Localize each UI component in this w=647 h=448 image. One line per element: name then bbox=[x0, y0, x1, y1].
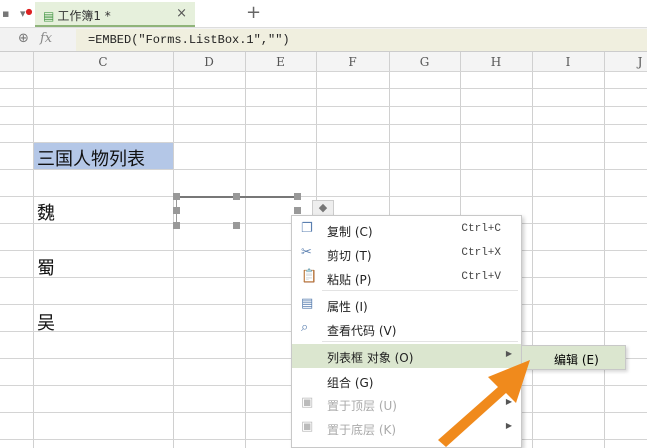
send-back-icon: ▣ bbox=[301, 419, 314, 434]
orange-arrow-annotation bbox=[438, 360, 530, 447]
new-tab-button[interactable]: + bbox=[246, 2, 261, 23]
copy-icon: ❐ bbox=[301, 221, 313, 236]
menu-item-label: 粘贴 (P) bbox=[327, 273, 372, 287]
cell-shu[interactable]: 蜀 bbox=[37, 254, 55, 280]
resize-handle[interactable] bbox=[173, 222, 180, 229]
column-header-f[interactable]: F bbox=[316, 55, 389, 69]
menu-item-label: 组合 (G) bbox=[327, 376, 374, 390]
shortcut-label: Ctrl+V bbox=[461, 271, 501, 283]
menu-separator bbox=[322, 341, 518, 342]
scissors-icon: ✂ bbox=[301, 245, 312, 260]
menu-item-label: 属性 (I) bbox=[327, 300, 368, 314]
column-header-c[interactable]: C bbox=[33, 55, 173, 69]
cell-title[interactable]: 三国人物列表 bbox=[34, 143, 173, 170]
formula-input[interactable]: =EMBED("Forms.ListBox.1","") bbox=[76, 29, 647, 51]
tab-bar: ▪ ▾● ▤ 工作簿1 * × + bbox=[0, 0, 647, 28]
view-code-icon: ⌕ bbox=[301, 320, 309, 335]
fx-icon[interactable]: fx bbox=[40, 31, 52, 46]
grid-row-line bbox=[0, 124, 647, 125]
cell-wei[interactable]: 魏 bbox=[37, 199, 55, 225]
menu-item-label: 置于顶层 (U) bbox=[327, 399, 397, 413]
grid-row-line bbox=[0, 196, 647, 197]
column-header-h[interactable]: H bbox=[460, 55, 532, 69]
resize-handle[interactable] bbox=[173, 193, 180, 200]
resize-handle[interactable] bbox=[294, 207, 301, 214]
paste-icon: 📋 bbox=[301, 269, 318, 284]
menu-item-label: 列表框 对象 (O) bbox=[327, 351, 414, 365]
resize-handle[interactable] bbox=[233, 193, 240, 200]
column-header-j[interactable]: J bbox=[604, 55, 647, 69]
arrow-shape bbox=[438, 360, 530, 447]
menu-item-label: 剪切 (T) bbox=[327, 249, 372, 263]
properties-icon: ▤ bbox=[301, 296, 314, 311]
nav-icon[interactable]: ▪ bbox=[2, 7, 9, 20]
menu-item-2[interactable]: 📋 粘贴 (P) Ctrl+V bbox=[292, 266, 521, 290]
listbox-control[interactable] bbox=[176, 196, 297, 225]
shortcut-label: Ctrl+C bbox=[461, 223, 501, 235]
tab-title: 工作簿1 * bbox=[57, 9, 111, 23]
menu-item-4[interactable]: ⌕ 查看代码 (V) bbox=[292, 317, 521, 341]
menu-item-label: 查看代码 (V) bbox=[327, 324, 397, 338]
tab-workbook1[interactable]: ▤ 工作簿1 * × bbox=[35, 2, 195, 27]
column-header-e[interactable]: E bbox=[245, 55, 316, 69]
resize-handle[interactable] bbox=[233, 222, 240, 229]
menu-item-label: 复制 (C) bbox=[327, 225, 373, 239]
column-header-i[interactable]: I bbox=[532, 55, 604, 69]
menu-separator bbox=[322, 290, 518, 291]
resize-handle[interactable] bbox=[294, 193, 301, 200]
dropdown-icon[interactable]: ▾● bbox=[20, 7, 33, 20]
menu-item-0[interactable]: ❐ 复制 (C) Ctrl+C bbox=[292, 218, 521, 242]
column-header-g[interactable]: G bbox=[389, 55, 460, 69]
menu-item-label: 置于底层 (K) bbox=[327, 423, 397, 437]
document-icon: ▤ bbox=[43, 9, 55, 23]
cell-wu[interactable]: 吴 bbox=[37, 309, 55, 335]
zoom-icon[interactable]: ⊕ bbox=[18, 31, 29, 46]
grid-row-line bbox=[0, 71, 647, 72]
shortcut-label: Ctrl+X bbox=[461, 247, 501, 259]
bring-front-icon: ▣ bbox=[301, 395, 314, 410]
column-header: CDEFGHIJ bbox=[0, 52, 647, 72]
menu-item-1[interactable]: ✂ 剪切 (T) Ctrl+X bbox=[292, 242, 521, 266]
formula-bar: ⊕ fx =EMBED("Forms.ListBox.1","") bbox=[0, 28, 647, 52]
resize-handle[interactable] bbox=[173, 207, 180, 214]
grid-row-line bbox=[0, 106, 647, 107]
column-header-d[interactable]: D bbox=[173, 55, 245, 69]
close-tab-button[interactable]: × bbox=[176, 6, 187, 21]
grid-row-line bbox=[0, 88, 647, 89]
menu-item-3[interactable]: ▤ 属性 (I) bbox=[292, 293, 521, 317]
